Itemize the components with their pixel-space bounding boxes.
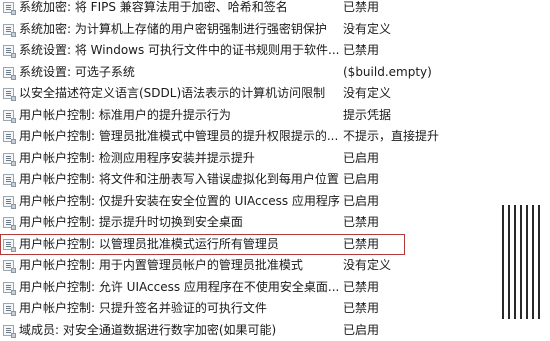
- policy-item-icon: [3, 45, 14, 56]
- policy-item-icon: [3, 325, 14, 336]
- policy-name: 系统加密: 为计算机上存储的用户密钥强制进行强密钥保护: [19, 19, 327, 41]
- policy-name: 系统设置: 可选子系统: [19, 62, 135, 84]
- policy-item-icon: [3, 88, 14, 99]
- policy-row[interactable]: 域成员: 对安全通道数据进行数字加密(如果可能) 已启用: [0, 320, 550, 341]
- security-setting: 没有定义: [343, 19, 391, 41]
- policy-item-icon: [3, 153, 14, 164]
- policy-name: 用户帐户控制: 将文件和注册表写入错误虚拟化到每用户位置: [19, 169, 339, 191]
- policy-item-icon: [3, 260, 14, 271]
- policy-name: 系统设置: 将 Windows 可执行文件中的证书规则用于软件...: [19, 40, 340, 62]
- policy-name: 域成员: 对安全通道数据进行数字加密(如果可能): [19, 320, 276, 341]
- image-artifact-stripes: [502, 205, 542, 319]
- security-setting: 已禁用: [343, 277, 379, 299]
- security-setting: ($build.empty): [343, 62, 432, 84]
- security-setting: 已启用: [343, 191, 379, 213]
- policy-row-selected[interactable]: 用户帐户控制: 以管理员批准模式运行所有管理员 已禁用: [0, 234, 405, 256]
- security-setting: 已启用: [343, 148, 379, 170]
- security-setting: 已禁用: [343, 298, 379, 320]
- security-setting: 没有定义: [343, 83, 391, 105]
- security-setting: 不提示，直接提升: [343, 126, 439, 148]
- security-setting: 已启用: [343, 169, 379, 191]
- policy-name: 用户帐户控制: 标准用户的提升提示行为: [19, 105, 231, 127]
- security-setting: 已禁用: [343, 0, 379, 19]
- security-setting: 没有定义: [343, 255, 391, 277]
- policy-name: 用户帐户控制: 提示提升时切换到安全桌面: [19, 212, 243, 234]
- policy-name: 系统加密: 将 FIPS 兼容算法用于加密、哈希和签名: [19, 0, 288, 19]
- policy-item-icon: [3, 110, 14, 121]
- security-setting: 已禁用: [343, 40, 379, 62]
- policy-item-icon: [3, 217, 14, 228]
- policy-name: 用户帐户控制: 检测应用程序安装并提示提升: [19, 148, 255, 170]
- policy-name: 用户帐户控制: 以管理员批准模式运行所有管理员: [19, 234, 279, 256]
- security-setting: 已禁用: [343, 212, 379, 234]
- policy-item-icon: [3, 282, 14, 293]
- policy-item-icon: [3, 196, 14, 207]
- security-setting: 已启用: [343, 320, 379, 341]
- policy-item-icon: [3, 303, 14, 314]
- policy-name: 用户帐户控制: 允许 UIAccess 应用程序在不使用安全桌面...: [19, 277, 339, 299]
- policy-item-icon: [3, 67, 14, 78]
- policy-name: 用户帐户控制: 用于内置管理员帐户的管理员批准模式: [19, 255, 303, 277]
- policy-item-icon: [3, 24, 14, 35]
- policy-name: 用户帐户控制: 管理员批准模式中管理员的提升权限提示的...: [19, 126, 338, 148]
- policy-item-icon: [3, 2, 14, 13]
- policy-name: 以安全描述符定义语言(SDDL)语法表示的计算机访问限制: [19, 83, 325, 105]
- policy-item-icon: [3, 131, 14, 142]
- security-setting: 提示凭据: [343, 105, 391, 127]
- policy-item-icon: [3, 174, 14, 185]
- policy-name: 用户帐户控制: 仅提升安装在安全位置的 UIAccess 应用程序: [19, 191, 340, 213]
- policy-item-icon: [3, 239, 14, 250]
- security-setting: 已禁用: [343, 234, 379, 256]
- policy-name: 用户帐户控制: 只提升签名并验证的可执行文件: [19, 298, 267, 320]
